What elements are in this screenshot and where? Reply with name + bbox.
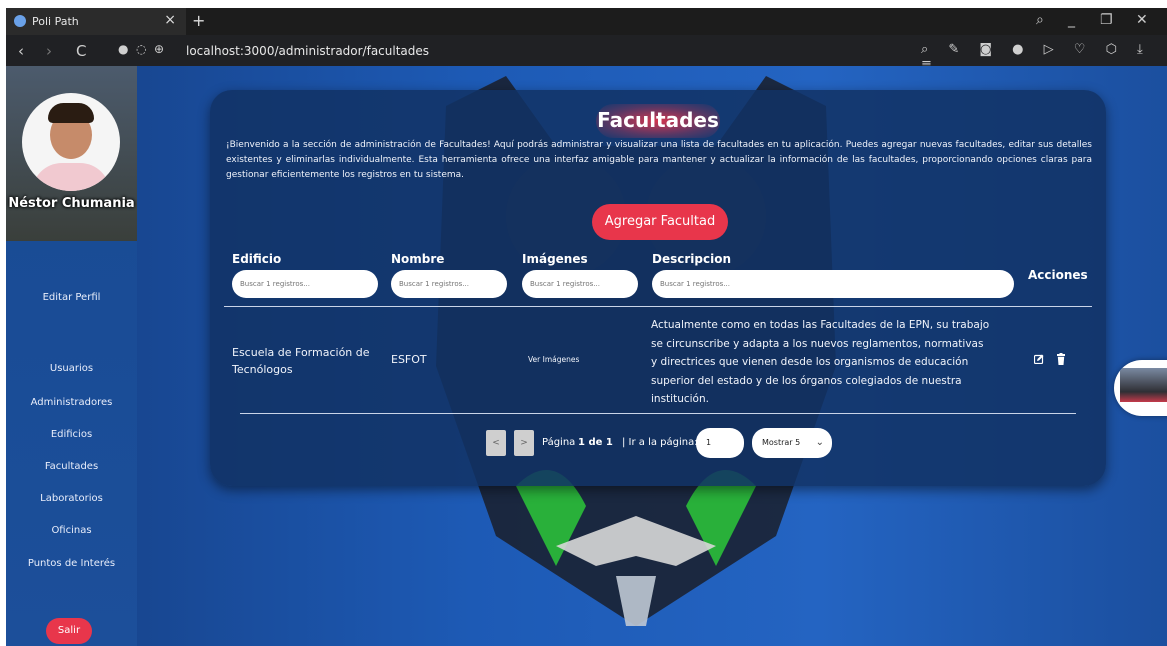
back-button[interactable]: ‹ [18,42,24,60]
cell-descripcion: Actualmente como en todas las Facultades… [651,319,990,405]
page-title: Facultades [597,108,719,132]
security-icon[interactable]: ◌ [136,42,146,56]
column-header-edificio: Edificio [232,252,282,266]
filter-nombre-input[interactable] [391,270,507,298]
site-info-icon[interactable]: ● [118,42,128,56]
favicon-icon [14,15,26,27]
sidebar-item-puntos-de-interes[interactable]: Puntos de Interés [6,558,137,569]
app-background: Néstor Chumania Editar Perfil Usuarios A… [6,66,1167,646]
browser-toolbar: ‹ › C ● ◌ ⊕ localhost:3000/administrador… [6,35,1167,72]
page-size-select[interactable]: Mostrar 5 ⌄ [752,428,832,458]
page-indicator: 1 de 1 [578,437,613,448]
floating-image-thumbnail[interactable] [1114,360,1167,416]
filter-edificio-input[interactable] [232,270,378,298]
tab-close-icon[interactable]: × [164,12,176,28]
facultades-card: Facultades ¡Bienvenido a la sección de a… [210,90,1106,486]
reload-button[interactable]: C [76,42,86,60]
sidebar-item-usuarios[interactable]: Usuarios [6,363,137,374]
goto-page-input[interactable]: 1 [696,428,744,458]
chevron-down-icon: ⌄ [815,437,824,448]
globe-icon[interactable]: ⊕ [154,42,164,56]
intro-text: ¡Bienvenido a la sección de administraci… [226,140,1092,180]
user-name: Néstor Chumania [8,196,135,211]
sidebar-item-edificios[interactable]: Edificios [6,429,137,440]
view-images-link[interactable]: Ver Imágenes [528,355,579,364]
goto-page-label: | Ir a la página: [622,437,698,448]
edit-icon[interactable] [1034,354,1044,364]
trash-icon[interactable] [1056,353,1066,365]
minimize-button[interactable]: _ [1068,12,1075,28]
filter-imagenes-input[interactable] [522,270,638,298]
add-facultad-button[interactable]: Agregar Facultad [592,204,728,240]
browser-tab[interactable]: Poli Path × [6,8,186,35]
table-footer-divider [240,413,1076,414]
page-label: Página [542,437,576,448]
address-bar[interactable]: localhost:3000/administrador/facultades [186,44,429,58]
column-header-imagenes: Imágenes [522,252,588,266]
new-tab-button[interactable]: + [192,11,205,30]
sidebar-item-facultades[interactable]: Facultades [6,461,137,472]
column-header-descripcion: Descripcion [652,252,731,266]
logout-button[interactable]: Salir [46,618,92,644]
prev-page-button[interactable]: < [486,430,506,456]
restore-button[interactable]: ❐ [1100,12,1113,28]
cell-edificio: Escuela de Formación de Tecnólogos [232,346,370,376]
profile-banner: Néstor Chumania [6,66,137,241]
column-header-acciones: Acciones [1028,268,1088,282]
sidebar-item-administradores[interactable]: Administradores [6,397,137,408]
cell-nombre: ESFOT [391,353,427,366]
column-header-nombre: Nombre [391,252,445,266]
close-window-button[interactable]: ✕ [1136,12,1148,28]
tab-title: Poli Path [32,15,79,28]
sidebar-item-edit-profile[interactable]: Editar Perfil [6,292,137,303]
sidebar: Néstor Chumania Editar Perfil Usuarios A… [6,66,137,646]
avatar[interactable] [22,93,120,191]
browser-tabbar: Poli Path × + ⌕ _ ❐ ✕ [6,8,1167,35]
next-page-button[interactable]: > [514,430,534,456]
sidebar-item-oficinas[interactable]: Oficinas [6,525,137,536]
forward-button[interactable]: › [46,42,52,60]
search-tabs-icon[interactable]: ⌕ [1036,12,1044,28]
table-divider [224,306,1092,307]
page-size-value: Mostrar 5 [762,438,801,447]
sidebar-item-laboratorios[interactable]: Laboratorios [6,493,137,504]
filter-descripcion-input[interactable] [652,270,1014,298]
